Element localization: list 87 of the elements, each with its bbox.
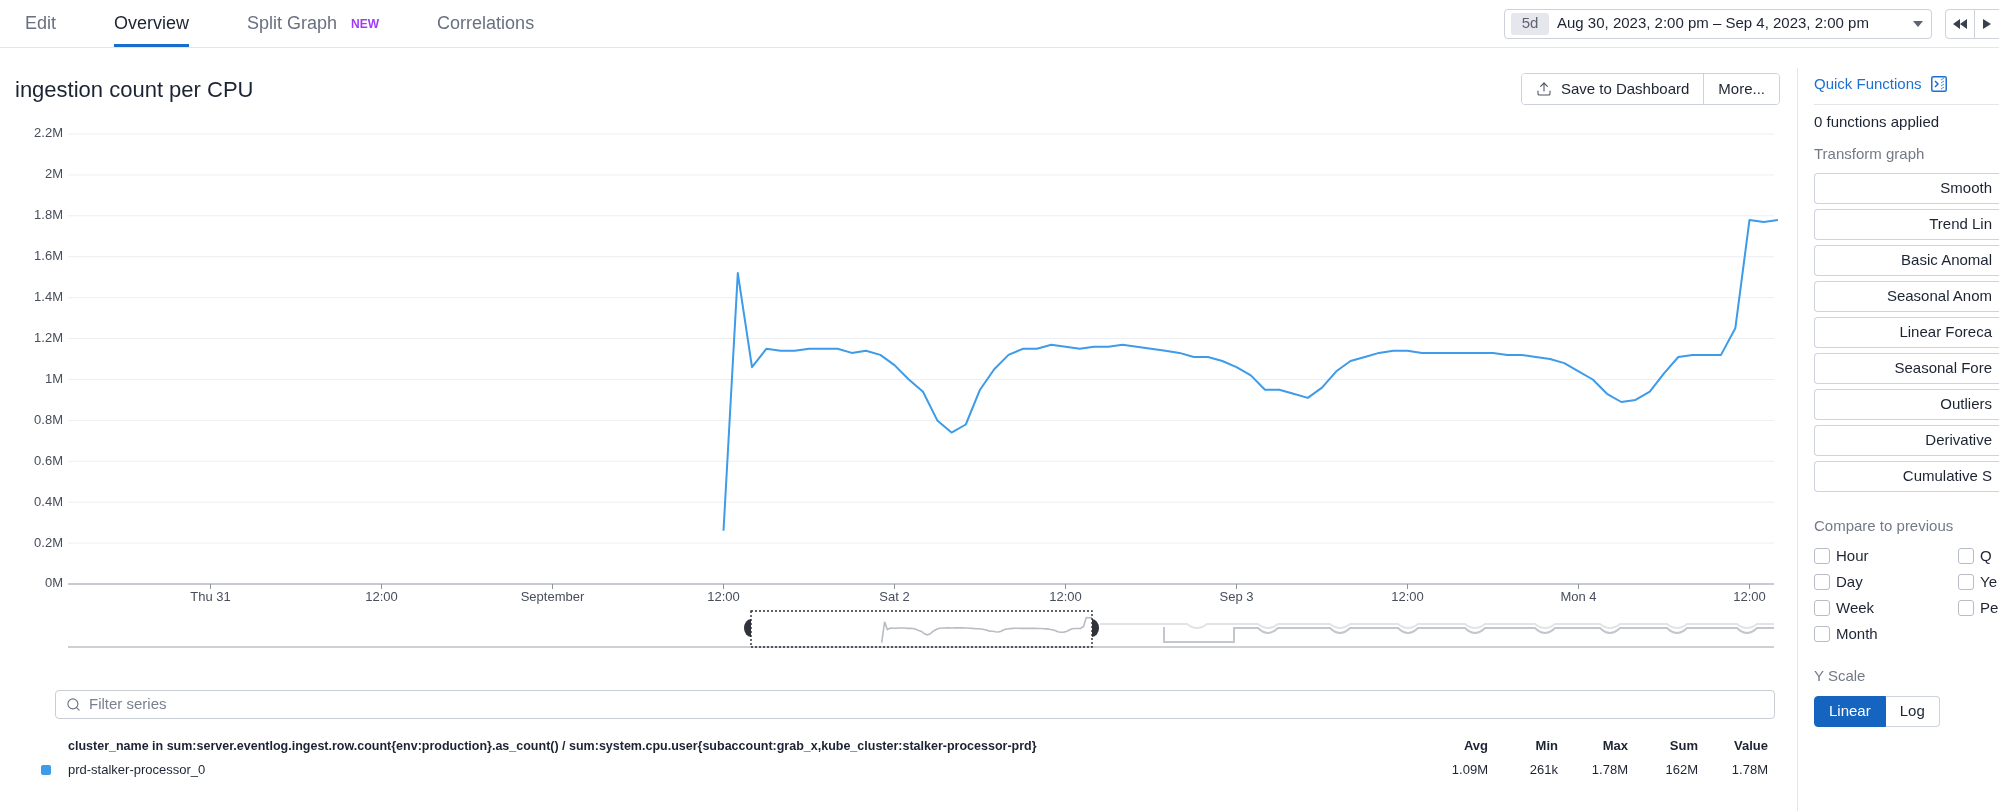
y-axis-label: 0.2M bbox=[34, 534, 63, 550]
search-icon bbox=[66, 697, 81, 712]
x-axis-label: 12:00 bbox=[1049, 589, 1082, 605]
preset-badge: 5d bbox=[1511, 12, 1549, 35]
y-axis-label: 2M bbox=[44, 166, 63, 182]
filter-series-field[interactable]: Filter series bbox=[55, 690, 1775, 719]
x-axis-label: September bbox=[520, 589, 585, 605]
series-name: prd-stalker-processor_0 bbox=[68, 761, 207, 780]
checkbox-label[interactable]: Q bbox=[1980, 544, 1992, 568]
section-label: Transform graph bbox=[1814, 144, 1926, 164]
checkbox-label[interactable]: Day bbox=[1836, 570, 1863, 594]
transform-button[interactable]: Seasonal Fore bbox=[1814, 353, 1999, 384]
section-label: Y Scale bbox=[1814, 666, 1867, 686]
placeholder-text: Filter series bbox=[89, 694, 167, 715]
query-text: cluster_name in sum:server.eventlog.ingest.row.count{env:production}.as_count() / sum:system.cpu.user{subaccount:grab_x,kube_cluster:stalker-processor-prd} bbox=[68, 737, 1038, 755]
transform-button[interactable]: Linear Foreca bbox=[1814, 317, 1999, 348]
range-selection-window[interactable] bbox=[750, 610, 1093, 648]
checkbox[interactable] bbox=[1814, 548, 1830, 564]
x-axis-label: Mon 4 bbox=[1560, 589, 1597, 605]
checkbox-label[interactable]: Month bbox=[1836, 622, 1878, 646]
y-axis-label: 0.4M bbox=[34, 493, 63, 509]
column-header: Value bbox=[1733, 737, 1768, 756]
transform-button[interactable]: Trend Lin bbox=[1814, 209, 1999, 240]
column-header: Min bbox=[1534, 737, 1558, 756]
y-axis-label: 1M bbox=[44, 370, 63, 386]
range-handle-icon[interactable] bbox=[1092, 619, 1099, 637]
checkbox[interactable] bbox=[1958, 600, 1974, 616]
time-range-text: Aug 30, 2023, 2:00 pm – Sep 4, 2023, 2:00 pm bbox=[1557, 13, 1869, 34]
transform-button[interactable]: Smooth bbox=[1814, 173, 1999, 204]
quick-functions-link[interactable]: Quick Functions bbox=[1814, 72, 1922, 96]
y-axis-label: 0M bbox=[44, 575, 63, 591]
checkbox-label[interactable]: Pe bbox=[1980, 596, 1999, 620]
x-axis-label: Sep 3 bbox=[1219, 589, 1254, 605]
x-axis-label: 12:00 bbox=[1391, 589, 1424, 605]
play-icon bbox=[1983, 18, 1991, 29]
transform-button[interactable]: Cumulative S bbox=[1814, 461, 1999, 492]
tab[interactable]: Split Graph NEW bbox=[247, 0, 380, 47]
column-header: Max bbox=[1601, 737, 1628, 756]
x-axis-label: 12:00 bbox=[707, 589, 740, 605]
column-header: Avg bbox=[1462, 737, 1488, 756]
table-cell-text: 261k bbox=[1528, 761, 1558, 780]
y-axis-label: 1.6M bbox=[34, 248, 63, 264]
tab[interactable]: Correlations bbox=[437, 0, 535, 47]
checkbox[interactable] bbox=[1814, 574, 1830, 590]
transform-button[interactable]: Seasonal Anom bbox=[1814, 281, 1999, 312]
y-axis-label: 0.8M bbox=[34, 411, 63, 427]
transform-button[interactable]: Outliers bbox=[1814, 389, 1999, 420]
panel-toggle-icon[interactable] bbox=[1930, 76, 1947, 92]
x-axis-label: 12:00 bbox=[365, 589, 398, 605]
checkbox[interactable] bbox=[1814, 600, 1830, 616]
scale-toggle-button[interactable]: Linear bbox=[1814, 696, 1886, 727]
transform-button[interactable]: Derivative bbox=[1814, 425, 1999, 456]
table-cell-text: 1.78M bbox=[1590, 761, 1628, 780]
table-cell-text: 1.78M bbox=[1730, 761, 1768, 780]
x-axis-label: Sat 2 bbox=[879, 589, 910, 605]
y-axis-label: 2.2M bbox=[34, 125, 63, 141]
tab[interactable]: Edit bbox=[25, 0, 57, 47]
x-axis-label: Thu 31 bbox=[190, 589, 231, 605]
table-cell-text: 1.09M bbox=[1450, 761, 1488, 780]
status-text: 0 functions applied bbox=[1814, 112, 1941, 132]
checkbox[interactable] bbox=[1814, 626, 1830, 642]
y-axis-label: 0.6M bbox=[34, 452, 63, 468]
y-axis-label: 1.4M bbox=[34, 289, 63, 305]
x-axis-label: 12:00 bbox=[1733, 589, 1766, 605]
checkbox[interactable] bbox=[1958, 574, 1974, 590]
y-axis-label: 1.8M bbox=[34, 207, 63, 223]
toolbar-button[interactable]: More... bbox=[1703, 74, 1779, 104]
play-button[interactable] bbox=[1975, 8, 1999, 39]
graph-title: ingestion count per CPU bbox=[15, 75, 254, 104]
new-label: NEW bbox=[351, 15, 380, 33]
y-axis-label: 1.2M bbox=[34, 330, 63, 345]
checkbox-label[interactable]: Ye bbox=[1980, 570, 1997, 594]
upload-icon bbox=[1535, 81, 1552, 97]
checkbox-label[interactable]: Week bbox=[1836, 596, 1875, 620]
rewind-button[interactable] bbox=[1945, 8, 1975, 39]
checkbox[interactable] bbox=[1958, 548, 1974, 564]
caret-down-icon bbox=[1913, 20, 1923, 27]
checkbox-label[interactable]: Hour bbox=[1836, 544, 1869, 568]
transform-button[interactable]: Basic Anomal bbox=[1814, 245, 1999, 276]
column-header: Sum bbox=[1668, 737, 1698, 756]
rewind-icon bbox=[1953, 18, 1967, 29]
time-range-picker[interactable]: 5d Aug 30, 2023, 2:00 pm – Sep 4, 2023, 2:00 pm bbox=[1504, 8, 1932, 39]
section-label: Compare to previous bbox=[1814, 516, 1955, 536]
scale-toggle-button[interactable]: Log bbox=[1885, 696, 1940, 727]
table-cell-text: 162M bbox=[1664, 761, 1698, 780]
range-handle-icon[interactable] bbox=[744, 619, 751, 637]
tab[interactable]: Overview bbox=[114, 0, 190, 47]
